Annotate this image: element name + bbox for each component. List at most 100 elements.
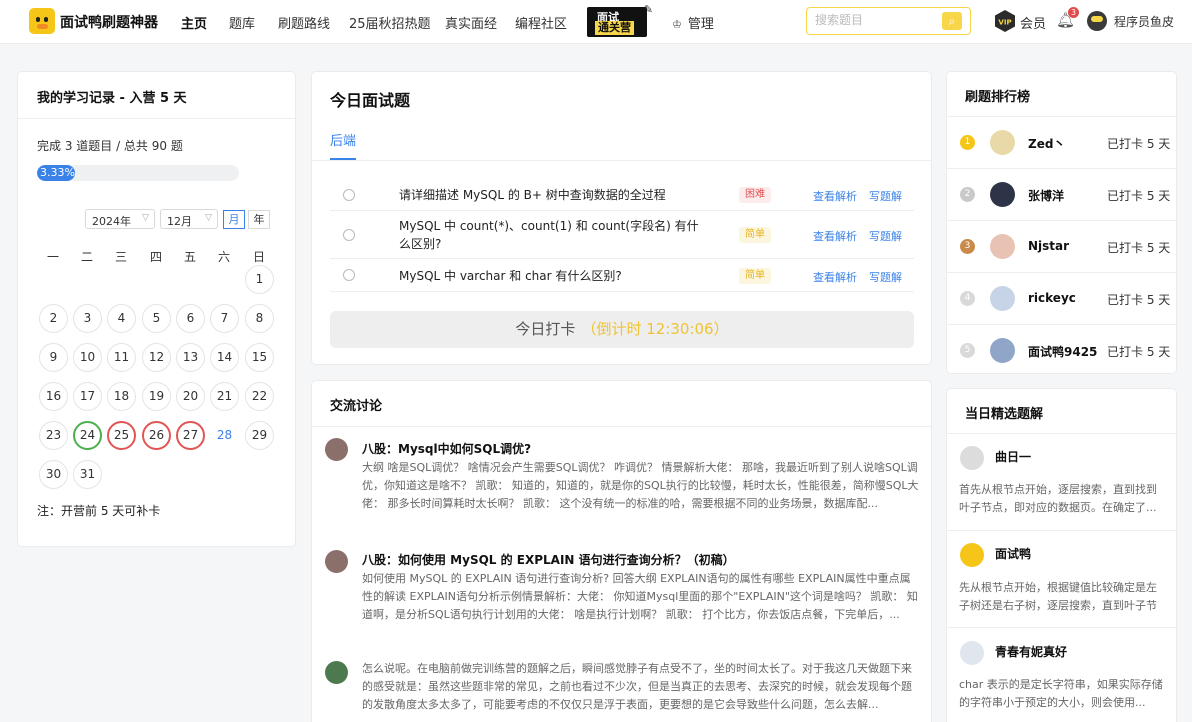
question-row[interactable]: MySQL 中 count(*)、count(1) 和 count(字段名) 有… (330, 212, 914, 259)
solution-author[interactable]: 曲日一 (995, 448, 1031, 465)
leaderboard-row[interactable]: 1 Zed丶 已打卡 5 天 (947, 116, 1176, 168)
post-author-avatar[interactable] (325, 438, 348, 461)
calendar-day[interactable]: 10 (73, 343, 102, 372)
calendar-day[interactable]: 17 (73, 382, 102, 411)
rank-user-name[interactable]: Njstar (1028, 239, 1069, 253)
calendar-day[interactable]: 11 (107, 343, 136, 372)
post-title[interactable]: 八股：如何使用 MySQL 的 EXPLAIN 语句进行查询分析？（初稿） (362, 551, 735, 568)
calendar-day[interactable]: 14 (210, 343, 239, 372)
app-name[interactable]: 面试鸭刷题神器 (60, 12, 158, 32)
avatar[interactable] (960, 641, 984, 665)
user-name[interactable]: 程序员鱼皮 (1114, 13, 1174, 30)
calendar-day[interactable]: 8 (245, 304, 274, 333)
calendar-day[interactable]: 12 (142, 343, 171, 372)
calendar-day[interactable]: 6 (176, 304, 205, 333)
post-excerpt[interactable]: 大纲 啥是SQL调优？ 啥情况会产生需要SQL调优？ 咋调优？ 情景解析大佬： … (362, 459, 920, 513)
question-checkbox[interactable] (343, 229, 355, 241)
calendar-day[interactable]: 20 (176, 382, 205, 411)
write-solution-link[interactable]: 写题解 (869, 188, 902, 204)
nav-real-interviews[interactable]: 真实面经 (445, 13, 497, 32)
solution-author[interactable]: 面试鸭 (995, 545, 1031, 562)
duck-logo-icon[interactable] (29, 8, 55, 34)
rank-user-name[interactable]: 张博洋 (1028, 187, 1064, 204)
calendar-day[interactable]: 18 (107, 382, 136, 411)
view-analysis-link[interactable]: 查看解析 (813, 269, 857, 285)
calendar-day[interactable]: 22 (245, 382, 274, 411)
avatar[interactable] (990, 130, 1015, 155)
write-solution-link[interactable]: 写题解 (869, 269, 902, 285)
search-icon[interactable]: ⌕ (942, 12, 962, 30)
question-text[interactable]: MySQL 中 count(*)、count(1) 和 count(字段名) 有… (399, 217, 699, 253)
calendar-day[interactable]: 23 (39, 421, 68, 450)
leaderboard-row[interactable]: 3 Njstar 已打卡 5 天 (947, 220, 1176, 272)
calendar-day[interactable]: 31 (73, 460, 102, 489)
view-analysis-link[interactable]: 查看解析 (813, 188, 857, 204)
month-view-button[interactable]: 月 (223, 210, 245, 229)
question-checkbox[interactable] (343, 269, 355, 281)
calendar-day[interactable]: 2 (39, 304, 68, 333)
calendar-day[interactable]: 25 (107, 421, 136, 450)
rank-user-name[interactable]: Zed丶 (1028, 135, 1065, 152)
leaderboard-row[interactable]: 4 rickeyc 已打卡 5 天 (947, 272, 1176, 324)
post-author-avatar[interactable] (325, 550, 348, 573)
calendar-day[interactable]: 7 (210, 304, 239, 333)
interview-camp-badge[interactable]: 面试 通关营 ✎ (587, 3, 653, 37)
calendar-day[interactable]: 1 (245, 265, 274, 294)
month-select[interactable]: 12月 ▽ (160, 209, 218, 229)
calendar-day[interactable]: 28 (210, 421, 239, 450)
write-solution-link[interactable]: 写题解 (869, 228, 902, 244)
solution-excerpt[interactable]: 首先从根节点开始，逐层搜索，直到找到叶子节点，即对应的数据页。在确定了... (959, 481, 1165, 517)
rank-user-name[interactable]: rickeyc (1028, 291, 1076, 305)
solution-excerpt[interactable]: char 表示的是定长字符串，如果实际存储的字符串小于预定的大小，则会使用... (959, 676, 1165, 712)
leaderboard-row[interactable]: 5 面试鸭9425 已打卡 5 天 (947, 324, 1176, 376)
user-avatar-icon[interactable] (960, 446, 984, 470)
view-analysis-link[interactable]: 查看解析 (813, 228, 857, 244)
solution-excerpt[interactable]: 先从根节点开始，根据键值比较确定是左子树还是右子树，逐层搜索，直到叶子节点... (959, 579, 1165, 615)
calendar-day[interactable]: 19 (142, 382, 171, 411)
rank-user-name[interactable]: 面试鸭9425 (1028, 343, 1097, 360)
calendar-day[interactable]: 24 (73, 421, 102, 450)
question-text[interactable]: 请详细描述 MySQL 的 B+ 树中查询数据的全过程 (399, 186, 699, 204)
nav-home[interactable]: 主页 (178, 13, 210, 32)
nav-community[interactable]: 编程社区 (515, 13, 567, 32)
question-row[interactable]: 请详细描述 MySQL 的 B+ 树中查询数据的全过程 困难 查看解析 写题解 (330, 178, 914, 211)
calendar-day[interactable]: 5 (142, 304, 171, 333)
user-avatar[interactable] (1087, 11, 1107, 31)
year-select[interactable]: 2024年 ▽ (85, 209, 155, 229)
calendar-day[interactable]: 13 (176, 343, 205, 372)
calendar-day[interactable]: 4 (107, 304, 136, 333)
nav-autumn-hot[interactable]: 25届秋招热题 (349, 13, 431, 32)
avatar[interactable] (990, 234, 1015, 259)
year-view-button[interactable]: 年 (248, 210, 270, 229)
calendar-day[interactable]: 21 (210, 382, 239, 411)
tab-backend[interactable]: 后端 (330, 130, 356, 149)
calendar-day[interactable]: 29 (245, 421, 274, 450)
post-excerpt[interactable]: 如何使用 MySQL 的 EXPLAIN 语句进行查询分析? 回答大纲 EXPL… (362, 570, 920, 624)
nav-routes[interactable]: 刷题路线 (278, 13, 330, 32)
avatar[interactable] (990, 286, 1015, 311)
leaderboard-row[interactable]: 2 张博洋 已打卡 5 天 (947, 168, 1176, 220)
question-text[interactable]: MySQL 中 varchar 和 char 有什么区别? (399, 267, 699, 285)
calendar-day[interactable]: 3 (73, 304, 102, 333)
post-excerpt[interactable]: 怎么说呢。在电脑前做完训练营的题解之后，瞬间感觉脖子有点受不了，坐的时间太长了。… (362, 660, 920, 714)
calendar-day[interactable]: 15 (245, 343, 274, 372)
calendar-day[interactable]: 27 (176, 421, 205, 450)
calendar-day[interactable]: 26 (142, 421, 171, 450)
nav-question-bank[interactable]: 题库 (229, 13, 255, 32)
question-checkbox[interactable] (343, 189, 355, 201)
calendar-day[interactable]: 16 (39, 382, 68, 411)
vip-label[interactable]: 会员 (1020, 13, 1046, 32)
admin-link[interactable]: ♔ 管理 (672, 13, 714, 32)
calendar-day[interactable]: 30 (39, 460, 68, 489)
avatar[interactable] (990, 338, 1015, 363)
post-title[interactable]: 八股：Mysql中如何SQL调优? (362, 440, 531, 457)
question-row[interactable]: MySQL 中 varchar 和 char 有什么区别? 简单 查看解析 写题… (330, 260, 914, 292)
search-input[interactable] (815, 13, 935, 27)
solution-author[interactable]: 青春有妮真好 (995, 643, 1067, 660)
duck-avatar[interactable] (960, 543, 984, 567)
vip-badge-icon[interactable]: VIP (995, 10, 1015, 32)
post-author-avatar[interactable] (325, 661, 348, 684)
checkin-button[interactable]: 今日打卡 （倒计时 12:30:06） (330, 311, 914, 348)
calendar-day[interactable]: 9 (39, 343, 68, 372)
avatar[interactable] (990, 182, 1015, 207)
